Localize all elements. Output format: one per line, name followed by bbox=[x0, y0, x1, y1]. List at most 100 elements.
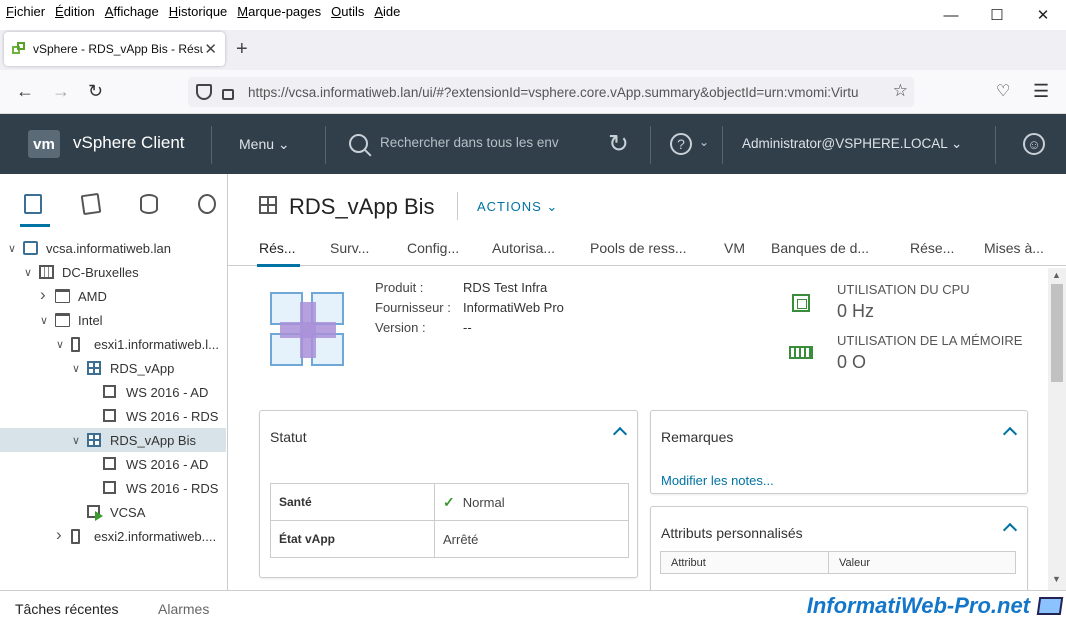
bottom-panel-bar: Tâches récentes Alarmes InformatiWeb-Pro… bbox=[0, 590, 1066, 624]
navigator-tabs bbox=[0, 174, 227, 230]
caret-expanded-icon[interactable]: ∨ bbox=[40, 314, 48, 327]
collapse-chevron-icon[interactable] bbox=[1002, 522, 1018, 538]
cpu-icon bbox=[792, 294, 810, 312]
caret-expanded-icon[interactable]: ∨ bbox=[8, 242, 16, 255]
tab-resource-pools[interactable]: Pools de ress... bbox=[590, 240, 687, 256]
caret-expanded-icon[interactable]: ∨ bbox=[72, 362, 80, 375]
scroll-thumb[interactable] bbox=[1051, 284, 1063, 382]
vms-templates-icon[interactable] bbox=[80, 192, 102, 216]
actions-menu[interactable]: ACTIONS ⌄ bbox=[477, 199, 558, 215]
vapp-icon bbox=[87, 433, 101, 447]
back-icon[interactable]: ← bbox=[16, 81, 34, 102]
scroll-up-icon[interactable]: ▲ bbox=[1052, 270, 1061, 280]
menu-historique[interactable]: Historique bbox=[169, 4, 228, 19]
browser-navbar: ← → ↻ https://vcsa.informatiweb.lan/ui/#… bbox=[0, 70, 1066, 114]
help-icon[interactable]: ? bbox=[670, 133, 692, 155]
hamburger-menu-icon[interactable]: ☰ bbox=[1033, 81, 1049, 102]
tree-item[interactable]: ∨ RDS_vApp Bis bbox=[0, 428, 226, 452]
column-header-attribute[interactable]: Attribut bbox=[660, 551, 829, 574]
new-tab-icon[interactable]: + bbox=[236, 38, 248, 61]
object-tabs: Rés... Surv... Config... Autorisa... Poo… bbox=[228, 234, 1066, 267]
refresh-icon[interactable]: ↻ bbox=[608, 129, 629, 159]
caret-expanded-icon[interactable]: ∨ bbox=[72, 434, 80, 447]
collapse-chevron-icon[interactable] bbox=[1002, 426, 1018, 442]
close-tab-icon[interactable]: ✕ bbox=[204, 40, 217, 58]
tab-vms[interactable]: VM bbox=[724, 240, 745, 256]
vcenter-icon bbox=[23, 241, 38, 255]
folder-icon bbox=[55, 313, 70, 327]
user-name: Administrator@VSPHERE.LOCAL bbox=[742, 136, 948, 151]
reload-icon[interactable]: ↻ bbox=[88, 81, 103, 102]
tab-datastores[interactable]: Banques de d... bbox=[771, 240, 869, 256]
tree-item[interactable]: › AMD bbox=[0, 284, 226, 308]
memory-usage-label: UTILISATION DE LA MÉMOIRE bbox=[837, 333, 1023, 348]
tree-item[interactable]: WS 2016 - AD bbox=[0, 380, 226, 404]
forward-icon[interactable]: → bbox=[52, 81, 70, 102]
laptop-icon bbox=[1036, 597, 1064, 615]
recent-tasks-tab[interactable]: Tâches récentes bbox=[15, 601, 119, 617]
tree-item[interactable]: › esxi2.informatiweb.... bbox=[0, 524, 226, 548]
menu-fichier[interactable]: Fichier bbox=[6, 4, 45, 19]
collapse-chevron-icon[interactable] bbox=[612, 426, 628, 442]
version-value: -- bbox=[463, 320, 472, 335]
tree-item-label: RDS_vApp bbox=[110, 360, 175, 376]
help-chevron-down-icon[interactable]: ⌄ bbox=[699, 135, 709, 149]
tab-configure[interactable]: Config... bbox=[407, 240, 459, 256]
feedback-smiley-icon[interactable]: ☺ bbox=[1023, 133, 1045, 155]
close-window-icon[interactable]: ✕ bbox=[1020, 0, 1066, 30]
global-search-input[interactable] bbox=[380, 135, 575, 150]
pocket-icon[interactable]: ♡ bbox=[996, 81, 1010, 101]
browser-tab[interactable]: vSphere - RDS_vApp Bis - Résumé ✕ bbox=[4, 32, 225, 66]
caret-collapsed-icon[interactable]: › bbox=[56, 525, 62, 545]
network-icon[interactable] bbox=[198, 194, 216, 214]
hosts-clusters-icon[interactable] bbox=[20, 194, 50, 227]
tab-permissions[interactable]: Autorisa... bbox=[492, 240, 555, 256]
vsphere-favicon-icon bbox=[12, 42, 26, 56]
caret-collapsed-icon[interactable]: › bbox=[40, 285, 46, 305]
tab-monitor[interactable]: Surv... bbox=[330, 240, 369, 256]
app-title[interactable]: vSphere Client bbox=[73, 133, 185, 153]
menu-affichage[interactable]: Affichage bbox=[105, 4, 159, 19]
address-bar[interactable]: https://vcsa.informatiweb.lan/ui/#?exten… bbox=[188, 77, 914, 107]
attributes-table: Attribut Valeur bbox=[660, 551, 1016, 574]
product-value: RDS Test Infra bbox=[463, 280, 548, 295]
tree-item[interactable]: VCSA bbox=[0, 500, 226, 524]
column-header-value[interactable]: Valeur bbox=[828, 551, 1016, 574]
edit-notes-link[interactable]: Modifier les notes... bbox=[661, 473, 774, 488]
tree-item[interactable]: ∨ vcsa.informatiweb.lan bbox=[0, 236, 226, 260]
vm-icon bbox=[103, 457, 116, 470]
menu-button[interactable]: Menu ⌄ bbox=[239, 136, 290, 153]
actions-label: ACTIONS bbox=[477, 199, 542, 214]
tree-item-label: WS 2016 - AD bbox=[126, 456, 209, 472]
tree-item[interactable]: WS 2016 - RDS bbox=[0, 476, 226, 500]
minimize-icon[interactable]: — bbox=[928, 0, 974, 30]
caret-expanded-icon[interactable]: ∨ bbox=[24, 266, 32, 279]
user-chevron-down-icon: ⌄ bbox=[951, 136, 963, 151]
tree-item[interactable]: WS 2016 - AD bbox=[0, 452, 226, 476]
menu-aide[interactable]: Aide bbox=[374, 4, 400, 19]
tree-item[interactable]: ∨ RDS_vApp bbox=[0, 356, 226, 380]
caret-expanded-icon[interactable]: ∨ bbox=[56, 338, 64, 351]
tab-networks[interactable]: Rése... bbox=[910, 240, 954, 256]
tree-item[interactable]: ∨ Intel bbox=[0, 308, 226, 332]
menu-edition[interactable]: Édition bbox=[55, 4, 95, 19]
alarms-tab[interactable]: Alarmes bbox=[158, 601, 209, 617]
bookmark-star-icon[interactable]: ☆ bbox=[893, 81, 908, 101]
tracking-shield-icon[interactable] bbox=[196, 84, 212, 100]
cpu-usage-label: UTILISATION DU CPU bbox=[837, 282, 970, 297]
menu-outils[interactable]: Outils bbox=[331, 4, 364, 19]
tree-item[interactable]: WS 2016 - RDS bbox=[0, 404, 226, 428]
search-icon[interactable] bbox=[349, 134, 368, 153]
main-scrollbar[interactable]: ▲ ▼ bbox=[1048, 268, 1066, 590]
tab-summary[interactable]: Rés... bbox=[257, 240, 300, 267]
storage-icon[interactable] bbox=[140, 194, 158, 214]
menu-marque-pages[interactable]: Marque-pages bbox=[237, 4, 321, 19]
lock-icon[interactable] bbox=[222, 88, 234, 100]
tree-item[interactable]: ∨ esxi1.informatiweb.l... bbox=[0, 332, 226, 356]
maximize-icon[interactable]: ☐ bbox=[974, 0, 1020, 30]
tab-updates[interactable]: Mises à... bbox=[984, 240, 1044, 256]
url-text[interactable]: https://vcsa.informatiweb.lan/ui/#?exten… bbox=[248, 85, 880, 100]
user-menu[interactable]: Administrator@VSPHERE.LOCAL ⌄ bbox=[742, 136, 962, 152]
tree-item[interactable]: ∨ DC-Bruxelles bbox=[0, 260, 226, 284]
scroll-down-icon[interactable]: ▼ bbox=[1052, 574, 1061, 584]
